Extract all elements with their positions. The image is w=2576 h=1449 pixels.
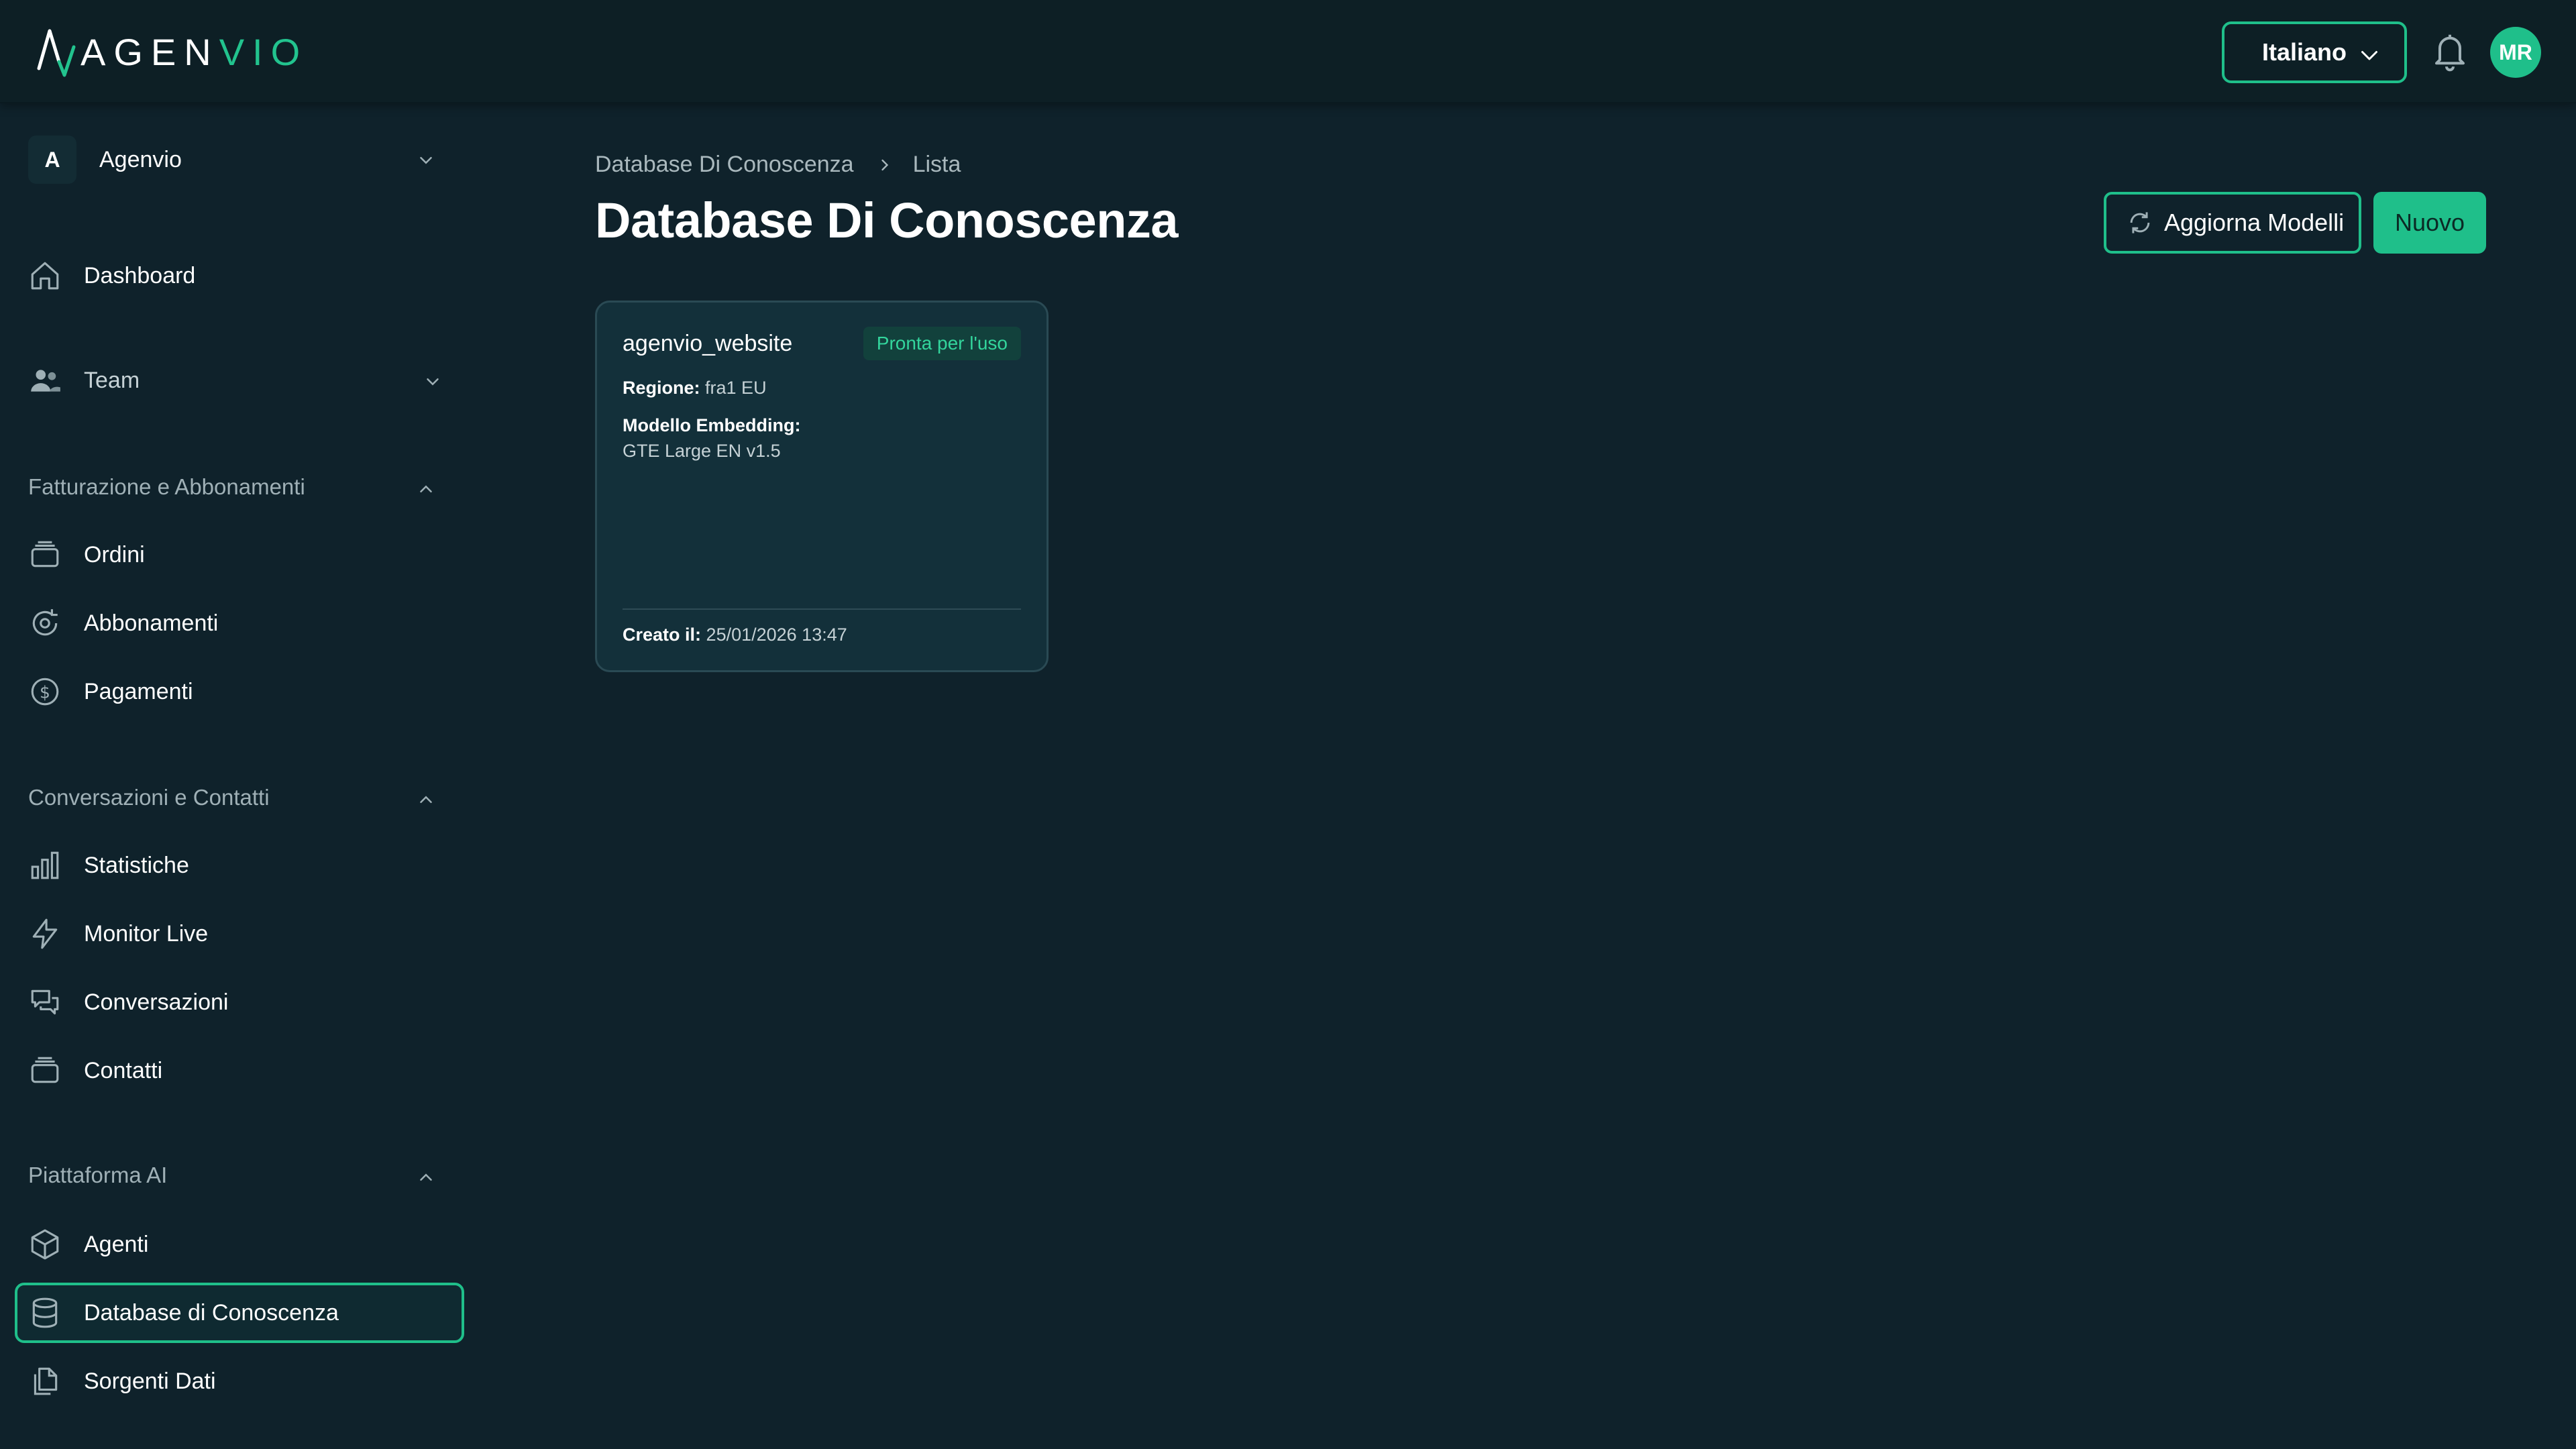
sidebar-item-statistics[interactable]: Statistiche: [15, 835, 464, 896]
sidebar-item-label: Database di Conoscenza: [84, 1299, 339, 1326]
sidebar-item-agents[interactable]: Agenti: [15, 1214, 464, 1275]
card-created-row: Creato il: 25/01/2026 13:47: [623, 625, 847, 645]
region-label: Regione:: [623, 378, 700, 398]
svg-text:$: $: [40, 682, 50, 702]
archive-icon: [31, 1057, 59, 1083]
org-badge: A: [28, 136, 76, 184]
chevron-right-icon: [875, 156, 894, 174]
logo-mark-icon: [37, 29, 76, 77]
created-label: Creato il:: [623, 625, 702, 645]
model-label: Modello Embedding:: [623, 415, 801, 435]
new-button[interactable]: Nuovo: [2373, 192, 2486, 254]
sidebar-item-team[interactable]: Team: [15, 350, 464, 411]
chevron-up-icon: [420, 485, 432, 492]
cube-icon: [31, 1229, 59, 1260]
card-title: agenvio_website: [623, 331, 793, 356]
refresh-models-label: Aggiorna Modelli: [2164, 209, 2345, 236]
sidebar-item-label: Pagamenti: [84, 678, 193, 704]
sidebar-item-label: Statistiche: [84, 852, 189, 878]
section-label: Fatturazione e Abbonamenti: [28, 474, 305, 499]
bar-chart-icon: [31, 851, 59, 879]
refresh-models-button[interactable]: Aggiorna Modelli: [2104, 192, 2361, 254]
dollar-circle-icon: $: [31, 678, 59, 706]
created-value: 25/01/2026 13:47: [706, 625, 847, 645]
chevron-down-icon: [2361, 51, 2377, 60]
card-region-row: Regione: fra1 EU: [623, 378, 767, 398]
archive-icon: [31, 541, 59, 568]
documents-icon: [34, 1367, 58, 1395]
sidebar-item-label: Sorgenti Dati: [84, 1368, 216, 1394]
org-name: Agenvio: [99, 146, 182, 172]
chat-bubbles-icon: [31, 989, 59, 1015]
language-select-value: Italiano: [2262, 38, 2347, 66]
sidebar-item-label: Abbonamenti: [84, 610, 219, 636]
sidebar: A Agenvio Dashboard Team Fatturazione e …: [0, 105, 483, 1449]
card-divider: [623, 608, 1021, 610]
sidebar-item-label: Dashboard: [84, 262, 196, 288]
sidebar-item-label: Monitor Live: [84, 920, 209, 947]
refresh-circle-icon: [32, 609, 58, 636]
top-bar: AGENVIO Italiano MR: [0, 0, 2576, 103]
section-header-billing[interactable]: Fatturazione e Abbonamenti: [28, 467, 444, 507]
chevron-down-icon: [420, 157, 432, 164]
sidebar-item-knowledge-database[interactable]: Database di Conoscenza: [15, 1283, 464, 1343]
status-badge: Pronta per l'uso: [863, 327, 1021, 360]
chevron-up-icon: [420, 796, 432, 803]
home-icon: [31, 262, 59, 290]
logo-text: AGENVIO: [80, 31, 309, 73]
user-avatar[interactable]: MR: [2490, 27, 2541, 78]
region-value: fra1 EU: [705, 378, 767, 398]
sidebar-item-data-sources[interactable]: Sorgenti Dati: [15, 1351, 464, 1411]
notifications-bell-icon[interactable]: [2430, 30, 2470, 78]
section-header-ai-platform[interactable]: Piattaforma AI: [28, 1155, 444, 1195]
app-logo[interactable]: AGENVIO: [36, 27, 308, 78]
card-model-label-row: Modello Embedding:: [623, 415, 800, 436]
language-select[interactable]: Italiano: [2222, 21, 2407, 83]
sidebar-item-label: Conversazioni: [84, 989, 229, 1015]
sidebar-item-label: Agenti: [84, 1231, 149, 1257]
knowledge-base-card[interactable]: agenvio_website Pronta per l'uso Regione…: [595, 301, 1049, 672]
sidebar-item-label: Contatti: [84, 1057, 163, 1083]
sidebar-item-payments[interactable]: $ Pagamenti: [15, 661, 464, 722]
chevron-up-icon: [420, 1173, 432, 1181]
sidebar-item-label: Team: [84, 367, 140, 393]
refresh-icon: [2130, 212, 2150, 233]
sidebar-item-conversations[interactable]: Conversazioni: [15, 972, 464, 1032]
breadcrumb-link[interactable]: Database Di Conoscenza: [595, 152, 854, 178]
sidebar-item-dashboard[interactable]: Dashboard: [15, 246, 464, 306]
chevron-down-icon: [427, 378, 439, 386]
sidebar-item-subscriptions[interactable]: Abbonamenti: [15, 593, 464, 653]
breadcrumb: Database Di Conoscenza Lista: [595, 152, 961, 178]
section-label: Conversazioni e Contatti: [28, 785, 270, 810]
sidebar-item-label: Ordini: [84, 541, 145, 568]
users-icon: [31, 370, 60, 392]
organization-switcher[interactable]: A Agenvio: [28, 134, 444, 185]
model-value: GTE Large EN v1.5: [623, 441, 781, 461]
sidebar-item-contacts[interactable]: Contatti: [15, 1040, 464, 1101]
breadcrumb-current: Lista: [912, 152, 961, 177]
lightning-icon: [32, 918, 58, 949]
sidebar-item-orders[interactable]: Ordini: [15, 525, 464, 585]
section-header-conversations[interactable]: Conversazioni e Contatti: [28, 777, 444, 818]
card-model-value-row: GTE Large EN v1.5: [623, 441, 781, 462]
database-icon: [32, 1297, 58, 1328]
sidebar-item-monitor-live[interactable]: Monitor Live: [15, 904, 464, 964]
section-label: Piattaforma AI: [28, 1163, 168, 1187]
page-title: Database Di Conoscenza: [595, 193, 1179, 248]
